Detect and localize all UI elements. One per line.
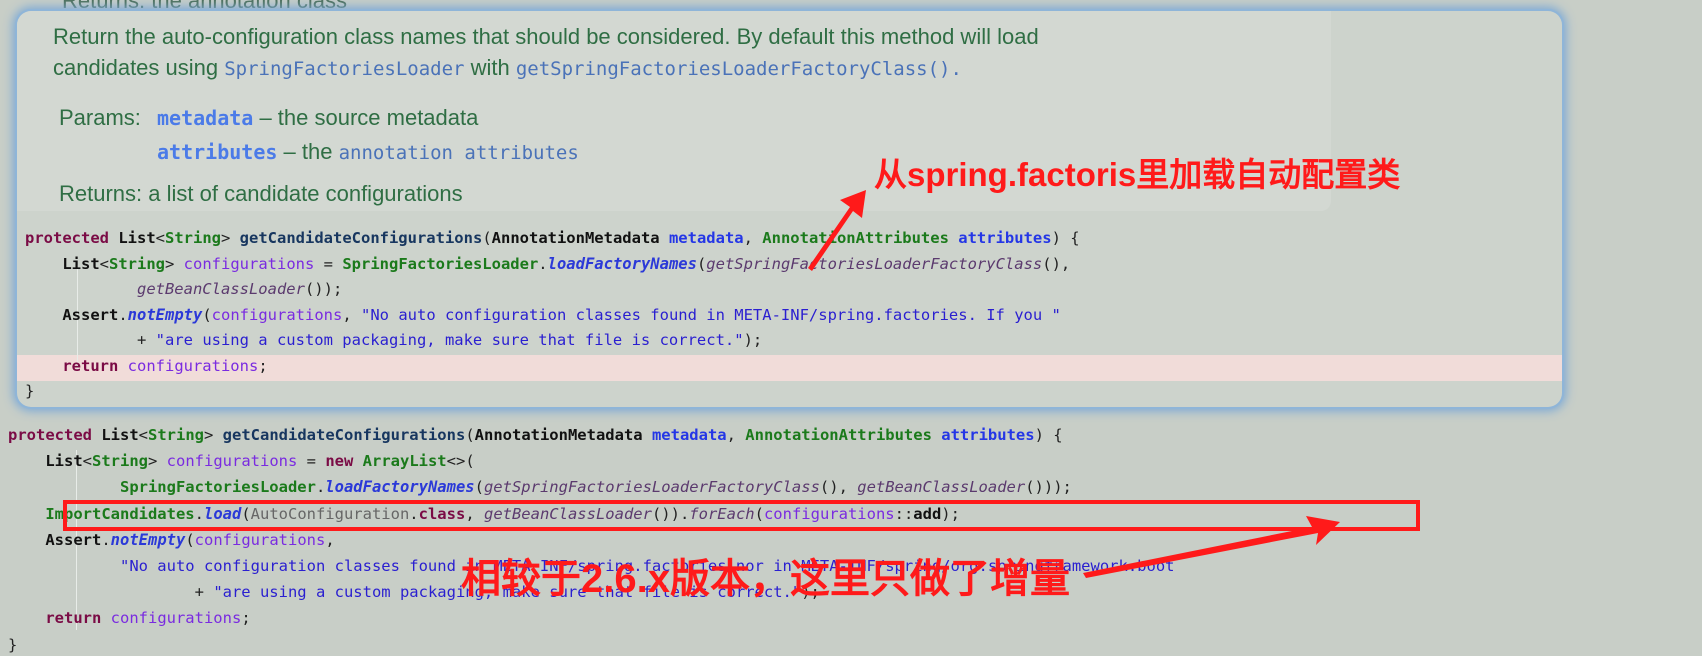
arrow-to-add	[1083, 516, 1340, 578]
annotation-arrows	[808, 190, 1340, 578]
arrow-to-method	[808, 190, 866, 271]
